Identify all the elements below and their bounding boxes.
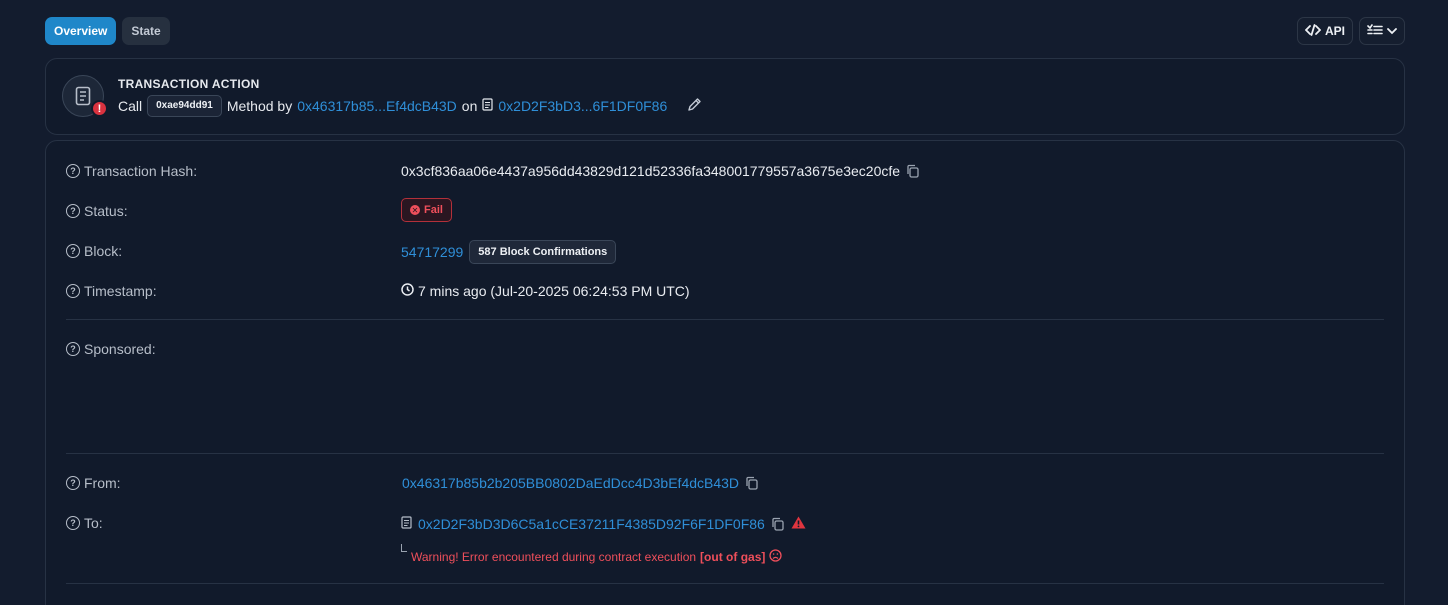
tab-bar: Overview State [45, 17, 170, 45]
from-row: ? From: 0x46317b85b2b205BB0802DaEdDcc4D3… [66, 473, 1384, 497]
warning-text: Warning! Error encountered during contra… [411, 550, 697, 564]
tab-overview[interactable]: Overview [45, 17, 117, 45]
warning-triangle-icon [791, 516, 806, 532]
to-address-link[interactable]: 0x2D2F3bD3...6F1DF0F86 [498, 98, 667, 114]
tx-hash-row: ? Transaction Hash: 0x3cf836aa06e4437a95… [66, 161, 1384, 185]
divider [66, 453, 1384, 454]
to-label: To: [84, 515, 103, 531]
action-verb: Call [118, 98, 143, 114]
chevron-down-icon [1387, 24, 1397, 38]
toolbar: API [1296, 17, 1405, 45]
alert-icon: ! [91, 100, 108, 117]
divider [66, 583, 1384, 584]
code-icon [1304, 23, 1322, 39]
on-text: on [461, 98, 478, 114]
question-icon: ? [66, 516, 80, 530]
block-number-link[interactable]: 54717299 [401, 244, 463, 260]
status-value: Fail [424, 204, 443, 216]
copy-icon[interactable] [745, 476, 759, 490]
clock-icon [401, 283, 414, 299]
tx-hash-label: Transaction Hash: [84, 163, 198, 179]
copy-icon[interactable] [906, 164, 920, 178]
tab-state[interactable]: State [122, 17, 170, 45]
transaction-details-card: ? Transaction Hash: 0x3cf836aa06e4437a95… [45, 140, 1405, 605]
question-icon: ? [66, 476, 80, 490]
sponsored-label: Sponsored: [84, 341, 156, 357]
contract-icon [401, 516, 412, 532]
timestamp-value: 7 mins ago (Jul-20-2025 06:24:53 PM UTC) [418, 283, 690, 299]
copy-icon[interactable] [771, 517, 785, 531]
block-confirmations-badge: 587 Block Confirmations [469, 240, 617, 264]
sponsored-row: ? Sponsored: [66, 339, 1384, 363]
action-title: TRANSACTION ACTION [118, 77, 260, 91]
list-icon [1367, 23, 1383, 39]
timestamp-label: Timestamp: [84, 283, 157, 299]
to-address-link[interactable]: 0x2D2F3bD3D6C5a1cCE37211F4385D92F6F1DF0F… [418, 516, 765, 532]
question-icon: ? [66, 284, 80, 298]
method-id-badge: 0xae94dd91 [147, 95, 222, 117]
status-row: ? Status: ✕ Fail [66, 198, 1384, 225]
from-address-link[interactable]: 0x46317b85...Ef4dcB43D [297, 98, 457, 114]
api-button[interactable]: API [1296, 17, 1353, 45]
x-circle-icon: ✕ [410, 205, 420, 215]
to-row: ? To: 0x2D2F3bD3D6C5a1cCE37211F4385D92F6… [66, 513, 1384, 537]
transaction-action-card: ! TRANSACTION ACTION Call 0xae94dd91 Met… [45, 58, 1405, 135]
sad-face-icon [769, 549, 783, 565]
from-label: From: [84, 475, 121, 491]
api-label: API [1324, 24, 1345, 38]
options-menu-button[interactable] [1359, 17, 1405, 45]
divider [66, 319, 1384, 320]
execution-warning: Warning! Error encountered during contra… [401, 549, 783, 565]
block-label: Block: [84, 243, 123, 259]
pencil-icon[interactable] [687, 97, 702, 115]
action-summary: Call 0xae94dd91 Method by 0x46317b85...E… [118, 95, 702, 117]
warning-reason: [out of gas] [700, 550, 766, 564]
question-icon: ? [66, 342, 80, 356]
from-address-link[interactable]: 0x46317b85b2b205BB0802DaEdDcc4D3bEf4dcB4… [402, 475, 739, 491]
question-icon: ? [66, 164, 80, 178]
question-icon: ? [66, 204, 80, 218]
status-label: Status: [84, 203, 128, 219]
timestamp-row: ? Timestamp: 7 mins ago (Jul-20-2025 06:… [66, 281, 1384, 305]
tx-hash-value: 0x3cf836aa06e4437a956dd43829d121d52336fa… [401, 163, 901, 179]
method-by-text: Method by [226, 98, 293, 114]
question-icon: ? [66, 244, 80, 258]
contract-icon [482, 98, 493, 114]
status-badge: ✕ Fail [401, 198, 452, 222]
block-row: ? Block: 54717299 587 Block Confirmation… [66, 240, 1384, 265]
